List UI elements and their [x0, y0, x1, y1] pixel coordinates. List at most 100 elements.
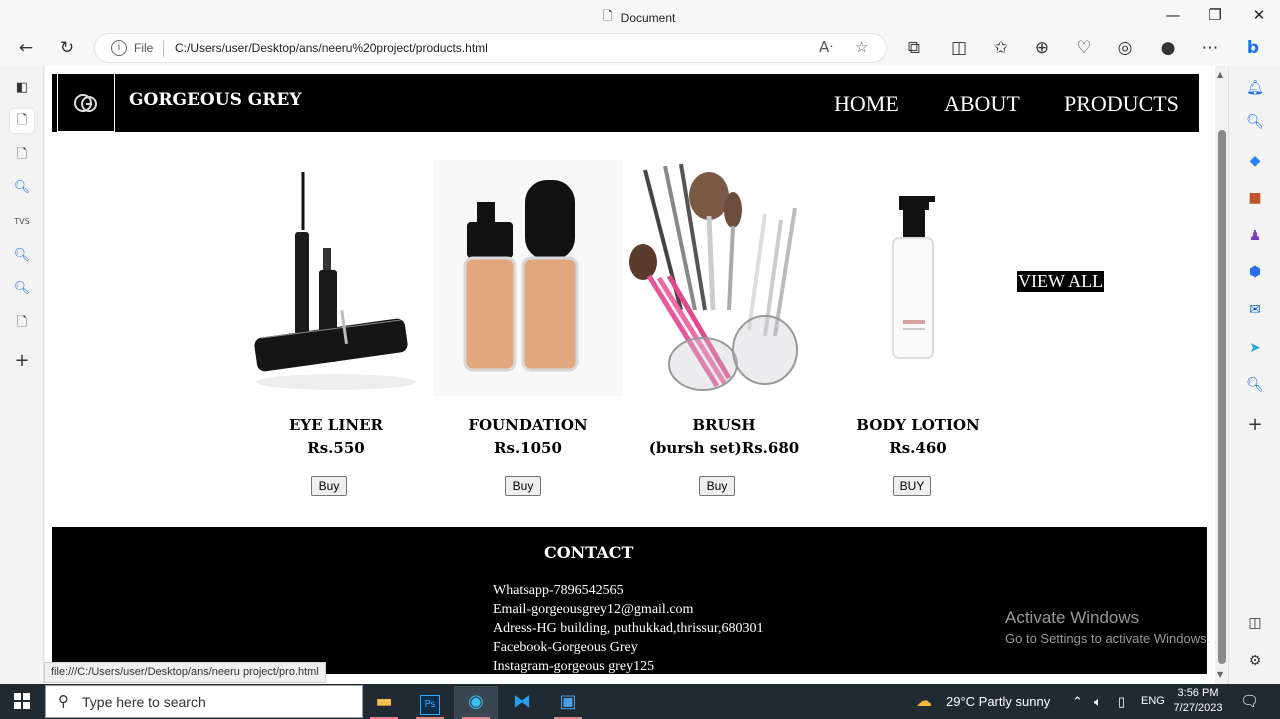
new-tab-icon[interactable]: +	[10, 349, 34, 373]
nav-products-link[interactable]: PRODUCTS	[1064, 91, 1179, 117]
scroll-down-arrow-icon[interactable]: ▼	[1217, 670, 1223, 679]
restore-button[interactable]: ❐	[1200, 4, 1230, 26]
extensions-icon[interactable]: ⧉	[901, 36, 927, 60]
vscode-icon[interactable]: ⧓	[500, 686, 544, 719]
tools-briefcase-icon[interactable]: ■	[1243, 186, 1267, 210]
product-price: Rs.460	[889, 439, 947, 457]
nav-about-link[interactable]: ABOUT	[944, 91, 1020, 117]
search-icon[interactable]: 🔍︎	[1243, 110, 1267, 134]
product-price: (bursh set)Rs.680	[648, 439, 800, 457]
product-price: Rs.1050	[494, 439, 562, 457]
buy-foundation-button[interactable]: Buy	[505, 476, 541, 496]
close-button[interactable]: ✕	[1244, 4, 1274, 26]
tab-document-icon[interactable]: 🗋	[10, 311, 34, 335]
bing-icon[interactable]: b	[1240, 36, 1266, 60]
scroll-up-arrow-icon[interactable]: ▲	[1217, 70, 1223, 79]
info-icon[interactable]: i	[111, 40, 127, 56]
speaker-icon[interactable]: 🔈︎	[1094, 684, 1102, 719]
minimize-button[interactable]: —	[1158, 4, 1188, 26]
tab-document-icon[interactable]: 🗋	[10, 109, 34, 133]
email-line: Email-gorgeousgrey12@gmail.com	[493, 602, 694, 617]
product-price: Rs.550	[307, 439, 365, 457]
site-logo[interactable]	[57, 74, 115, 132]
page-scrollbar[interactable]: ▲ ▼	[1215, 66, 1228, 684]
copilot-icon[interactable]: ◎	[1112, 36, 1138, 60]
collections-icon[interactable]: ⊕	[1029, 36, 1055, 60]
window-title: 🗋 Document	[603, 7, 675, 28]
photoshop-icon[interactable]: Ps	[408, 686, 452, 719]
product-name: BODY LOTION	[856, 416, 980, 434]
title-bar: 🗋 Document — ❐ ✕	[0, 0, 1280, 30]
games-icon[interactable]: ♟	[1243, 224, 1267, 248]
edge-taskbar-icon[interactable]: ◉	[454, 686, 498, 719]
vertical-tabs-sidebar: ◧ 🗋 🗋 🔍︎ TVS 🔍︎ 🔍︎ 🗋 +	[0, 66, 44, 684]
microsoft-365-icon[interactable]: ⬢	[1243, 260, 1267, 284]
more-menu-icon[interactable]: ⋯	[1197, 36, 1223, 60]
edge-sidebar: 🔔︎ 🔍︎ ◆ ■ ♟ ⬢ ✉ ➤ 🔍︎ + ◫ ⚙	[1228, 66, 1280, 684]
weather-text[interactable]: 29°C Partly sunny	[946, 684, 1050, 719]
file-explorer-icon[interactable]: ▬	[362, 686, 406, 719]
tab-site-icon[interactable]: TVS	[10, 210, 34, 234]
language-indicator[interactable]: ENG	[1141, 684, 1165, 719]
product-name: EYE LINER	[289, 416, 383, 434]
buy-eye-liner-button[interactable]: Buy	[311, 476, 347, 496]
outlook-icon[interactable]: ✉	[1243, 298, 1267, 322]
buy-brush-button[interactable]: Buy	[699, 476, 735, 496]
taskbar-clock[interactable]: 3:56 PM 7/27/2023	[1172, 686, 1224, 716]
foundation-image	[433, 160, 623, 396]
tab-search-icon[interactable]: 🔍︎	[10, 277, 34, 301]
send-icon[interactable]: ➤	[1243, 336, 1267, 360]
instagram-line: Instagram-gorgeous grey125	[493, 659, 655, 674]
profile-avatar-icon[interactable]: ●	[1155, 36, 1181, 60]
product-name: FOUNDATION	[468, 416, 588, 434]
windows-start-icon[interactable]	[14, 693, 30, 709]
page-viewport: GORGEOUS GREY HOME ABOUT PRODUCTS EYE LI…	[45, 66, 1228, 684]
view-all-link[interactable]: VIEW ALL	[1017, 271, 1105, 292]
scrollbar-thumb[interactable]	[1218, 130, 1226, 664]
favorite-star-icon[interactable]: ☆	[855, 38, 868, 56]
shopping-tag-icon[interactable]: ◆	[1243, 149, 1267, 173]
eye-liner-image	[254, 172, 416, 390]
address-bar[interactable]: i File C:/Users/user/Desktop/ans/neeru%2…	[94, 33, 887, 63]
body-lotion-image	[892, 196, 935, 359]
link-status-bar: file:///C:/Users/user/Desktop/ans/neeru …	[44, 662, 326, 683]
site-header: GORGEOUS GREY HOME ABOUT PRODUCTS	[52, 74, 1199, 132]
address-prefix: File	[134, 41, 154, 55]
buy-body-lotion-button[interactable]: BUY	[893, 476, 931, 496]
sidebar-settings-icon[interactable]: ⚙	[1243, 649, 1267, 673]
tab-search-icon[interactable]: 🔍︎	[10, 176, 34, 200]
brush-set-image	[629, 163, 798, 391]
refresh-icon[interactable]: ↻	[54, 36, 80, 60]
gg-logo-icon	[74, 94, 97, 112]
document-icon: 🗋	[603, 9, 613, 23]
favorites-icon[interactable]: ✩	[988, 36, 1014, 60]
browser-toolbar: ← ↻ i File C:/Users/user/Desktop/ans/nee…	[0, 30, 1280, 66]
search-icon[interactable]: 🔍︎	[1243, 373, 1267, 397]
whatsapp-line: Whatsapp-7896542565	[493, 583, 624, 598]
notifications-icon[interactable]: 🗨︎	[1240, 684, 1259, 719]
photos-icon[interactable]: ▣	[546, 686, 590, 719]
tab-actions-icon[interactable]: ◧	[10, 76, 34, 100]
facebook-line: Facebook-Gorgeous Grey	[493, 640, 638, 655]
battery-icon[interactable]: ▯	[1118, 684, 1125, 719]
address-line: Adress-HG building, puthukkad,thrissur,6…	[493, 621, 764, 636]
tab-document-icon[interactable]: 🗋	[10, 143, 34, 167]
split-screen-icon[interactable]: ◫	[946, 36, 972, 60]
search-icon: ⚲	[58, 692, 69, 710]
nav-home-link[interactable]: HOME	[834, 91, 899, 117]
contact-heading: CONTACT	[544, 543, 634, 562]
weather-icon[interactable]: ☁	[916, 684, 932, 719]
address-separator	[163, 41, 164, 57]
browser-essentials-icon[interactable]: ♡	[1071, 36, 1097, 60]
tab-search-icon[interactable]: 🔍︎	[10, 244, 34, 268]
windows-taskbar: ⚲ Type here to search ⧈ ▬ Ps ◉ ⧓ ▣ ☁ 29°…	[0, 684, 1280, 719]
read-aloud-icon[interactable]: Aᐧ	[819, 38, 833, 56]
add-sidebar-app-icon[interactable]: +	[1243, 413, 1267, 437]
hide-sidebar-icon[interactable]: ◫	[1243, 611, 1267, 635]
back-icon[interactable]: ←	[13, 36, 39, 60]
notification-bell-icon[interactable]: 🔔︎	[1243, 76, 1267, 100]
task-view-icon[interactable]: ⧈	[316, 686, 360, 719]
url-text[interactable]: C:/Users/user/Desktop/ans/neeru%20projec…	[175, 41, 488, 55]
tray-chevron-icon[interactable]: ⌃	[1072, 684, 1083, 719]
product-name: BRUSH	[692, 416, 756, 434]
